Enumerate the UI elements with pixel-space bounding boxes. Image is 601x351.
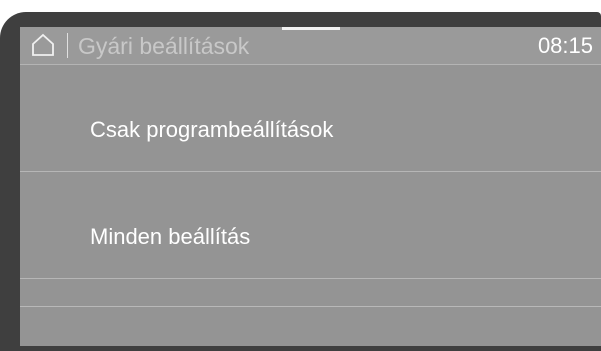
title-bar: Gyári beállítások 08:15 [20,27,601,65]
menu-item-all-settings[interactable]: Minden beállítás [20,172,601,279]
menu-item-label: Minden beállítás [90,224,251,249]
menu-item-label: Csak programbeállítások [90,117,334,142]
title-separator [67,33,68,58]
home-icon[interactable] [30,33,56,57]
page-indicator [282,27,340,30]
menu-item-program-settings-only[interactable]: Csak programbeállítások [20,65,601,172]
clock: 08:15 [537,33,593,58]
page-title: Gyári beállítások [78,33,250,59]
footer-divider [20,306,601,307]
device-frame: Gyári beállítások 08:15 Csak programbeál… [0,0,601,351]
display-screen: Gyári beállítások 08:15 Csak programbeál… [20,27,601,346]
